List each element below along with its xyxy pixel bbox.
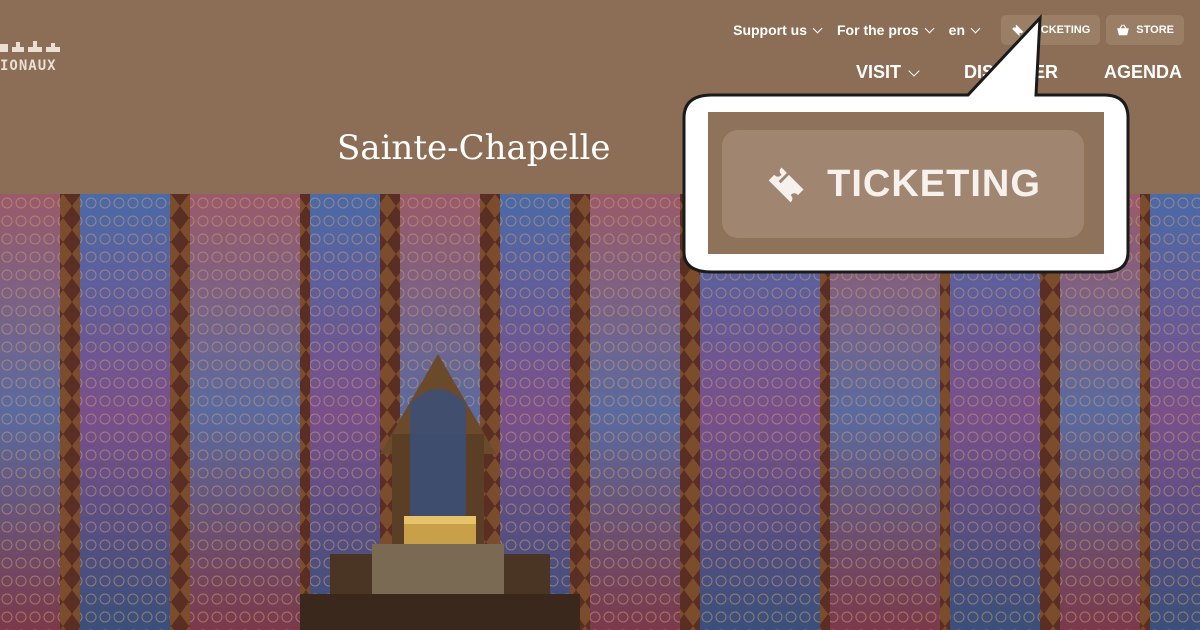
support-us-label: Support us (733, 22, 807, 38)
nav-visit[interactable]: VISIT (855, 62, 920, 83)
page-title: Sainte-Chapelle (337, 128, 611, 168)
language-label: en (948, 22, 966, 38)
store-button[interactable]: STORE (1106, 15, 1184, 45)
stained-glass-illustration (0, 194, 1200, 630)
logo-text: IONAUX (0, 58, 57, 74)
nav-discover-label: DISCOVER (963, 62, 1058, 82)
chevron-down-icon (908, 64, 920, 77)
for-the-pros-link[interactable]: For the pros (837, 22, 935, 38)
main-navigation: VISIT DISCOVER AGENDA (856, 62, 1182, 83)
support-us-link[interactable]: Support us (733, 22, 823, 38)
chevron-down-icon (812, 23, 823, 33)
nav-agenda-label: AGENDA (1103, 62, 1182, 82)
nav-discover[interactable]: DISCOVER (964, 62, 1058, 83)
chevron-down-icon (924, 23, 935, 33)
ticketing-button-zoomed[interactable]: TICKETING (722, 130, 1084, 238)
language-selector[interactable]: en (948, 22, 981, 38)
ticketing-label: TICKETING (1031, 24, 1091, 36)
nav-visit-label: VISIT (855, 62, 901, 82)
hero-image-stained-glass (0, 194, 1200, 630)
ticket-icon (1012, 24, 1024, 36)
store-label: STORE (1136, 24, 1174, 36)
nav-agenda[interactable]: AGENDA (1104, 62, 1182, 83)
ticketing-zoomed-label: TICKETING (827, 162, 1041, 205)
ticket-icon (768, 167, 804, 203)
logo-towers-icon (0, 41, 60, 52)
ticketing-button[interactable]: TICKETING (1001, 15, 1101, 45)
chevron-down-icon (970, 23, 981, 33)
basket-icon (1117, 24, 1130, 36)
for-the-pros-label: For the pros (837, 22, 919, 38)
top-navigation: Support us For the pros en TICKETING STO… (733, 15, 1184, 45)
site-logo[interactable]: IONAUX (0, 40, 70, 80)
